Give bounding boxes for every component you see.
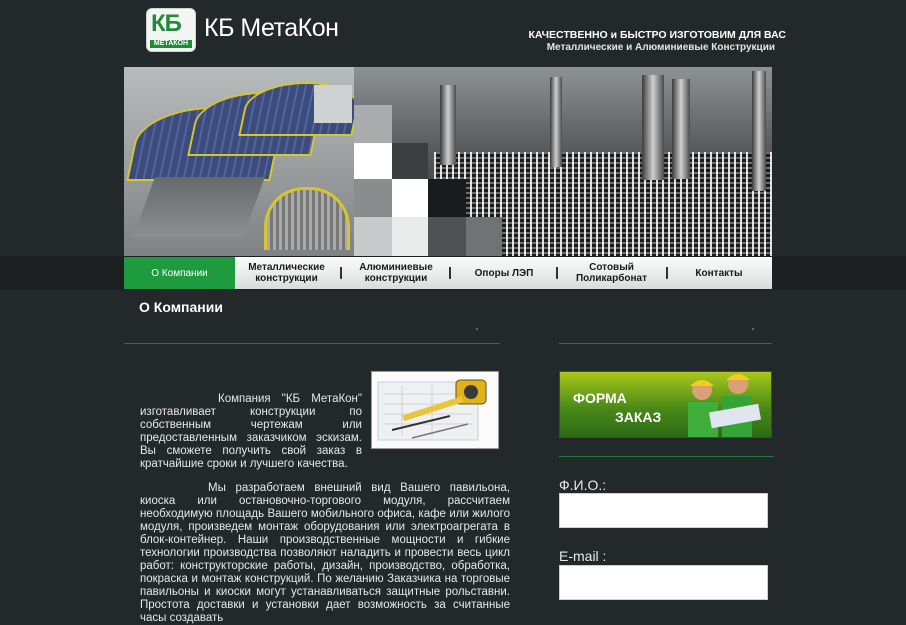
- main-nav: О Компании Металлические конструкции Алю…: [124, 257, 772, 289]
- content-divider: [124, 343, 500, 344]
- name-field[interactable]: [559, 493, 768, 528]
- site-header: КБ МЕТАКОН КБ МетаКон КАЧЕСТВЕННО и БЫСТ…: [0, 0, 906, 66]
- order-banner-line1: ФОРМА: [573, 390, 627, 406]
- order-banner-line2: ЗАКАЗ: [615, 409, 662, 425]
- sidebar-divider: [559, 456, 774, 457]
- nav-separator: [666, 267, 668, 279]
- decor-dot: [752, 328, 754, 330]
- drawing-tools-image: [371, 371, 499, 449]
- workers-icon: [688, 374, 762, 437]
- order-form-banner[interactable]: ФОРМА ЗАКАЗ: [559, 371, 772, 438]
- nav-item-metal-structures[interactable]: Металлические конструкции: [239, 257, 334, 289]
- intro-paragraph: Компания "КБ МетаКон" изготавливает конс…: [140, 393, 362, 470]
- tagline-line1: КАЧЕСТВЕННО и БЫСТРО ИЗГОТОВИМ ДЛЯ ВАС: [528, 29, 786, 41]
- nav-item-polycarbonate[interactable]: Сотовый Поликарбонат: [564, 257, 659, 289]
- tagline-line2: Металлические и Алюминиевые Конструкции: [546, 42, 775, 53]
- name-label: Ф.И.О.:: [559, 477, 607, 493]
- nav-separator: [556, 267, 558, 279]
- nav-item-aluminum-structures[interactable]: Алюминиевые конструкции: [346, 257, 446, 289]
- nav-item-power-poles[interactable]: Опоры ЛЭП: [456, 257, 552, 289]
- page-title: О Компании: [139, 299, 223, 315]
- email-field[interactable]: [559, 565, 768, 600]
- logo-letters: КБ: [151, 10, 182, 37]
- header-banner-image: [124, 67, 772, 257]
- drawing-tools-icon: [377, 379, 487, 441]
- nav-item-contacts[interactable]: Контакты: [674, 257, 764, 289]
- sidebar-divider: [559, 343, 772, 344]
- nav-separator: [340, 267, 342, 279]
- logo-subtext: МЕТАКОН: [150, 40, 192, 48]
- company-name[interactable]: КБ МетаКон: [204, 14, 339, 43]
- nav-item-about[interactable]: О Компании: [124, 257, 235, 289]
- logo-icon[interactable]: КБ МЕТАКОН: [146, 8, 196, 52]
- decor-dot: [476, 328, 478, 330]
- nav-separator: [449, 267, 451, 279]
- email-label: E-mail :: [559, 548, 607, 564]
